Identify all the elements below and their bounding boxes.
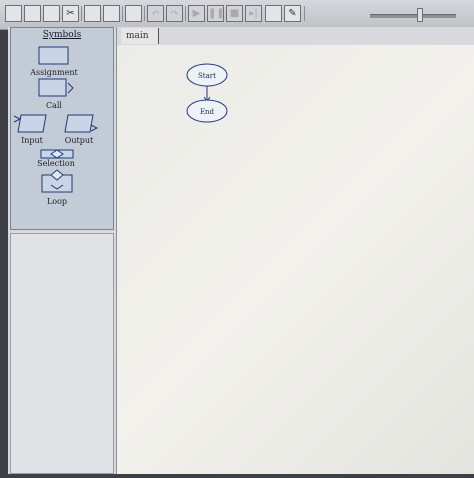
input-symbol[interactable] bbox=[17, 114, 47, 133]
toolbar-separator bbox=[144, 6, 145, 21]
toolbar-separator bbox=[122, 6, 123, 21]
zoom-slider-track[interactable] bbox=[370, 14, 456, 18]
redo-button[interactable]: ↷ bbox=[166, 5, 183, 22]
save-file-button[interactable] bbox=[43, 5, 60, 22]
call-symbol[interactable] bbox=[38, 78, 67, 97]
print-button[interactable] bbox=[125, 5, 142, 22]
toolbar-separator bbox=[185, 6, 186, 21]
left-panel: Symbols Assignment Call Input Output Sel… bbox=[8, 27, 117, 474]
assignment-symbol[interactable] bbox=[38, 46, 69, 65]
new-file-button[interactable] bbox=[5, 5, 22, 22]
pause-button[interactable]: ❚❚ bbox=[207, 5, 225, 22]
cut-button[interactable]: ✂ bbox=[62, 5, 79, 22]
end-node-label: End bbox=[200, 108, 215, 116]
toolbar-separator bbox=[81, 6, 82, 21]
tab-main[interactable]: main bbox=[121, 28, 159, 44]
output-arrow-icon bbox=[90, 124, 99, 132]
symbols-palette: Symbols Assignment Call Input Output Sel… bbox=[10, 27, 114, 230]
call-label: Call bbox=[45, 101, 62, 110]
tab-bar: main bbox=[117, 27, 474, 45]
zoom-slider-thumb[interactable] bbox=[417, 8, 423, 22]
flowchart-canvas[interactable]: Start End bbox=[117, 45, 474, 474]
copy-button[interactable] bbox=[84, 5, 101, 22]
assignment-label: Assignment bbox=[30, 68, 78, 77]
graphics-window-button[interactable] bbox=[265, 5, 282, 22]
input-arrow-icon bbox=[13, 115, 22, 123]
start-node-label: Start bbox=[198, 72, 216, 80]
toolbar-separator bbox=[304, 6, 305, 21]
flowchart: Start End bbox=[186, 63, 228, 123]
edit-button[interactable]: ✎ bbox=[284, 5, 301, 22]
toolbar: ✂ ↶ ↷ ▶ ❚❚ ■ ▸| ✎ bbox=[0, 0, 474, 30]
run-button[interactable]: ▶ bbox=[188, 5, 205, 22]
selection-label: Selection bbox=[37, 159, 75, 168]
output-label: Output bbox=[64, 136, 94, 145]
output-symbol[interactable] bbox=[64, 114, 94, 133]
step-button[interactable]: ▸| bbox=[245, 5, 262, 22]
stop-button[interactable]: ■ bbox=[226, 5, 243, 22]
open-file-button[interactable] bbox=[24, 5, 41, 22]
undo-button[interactable]: ↶ bbox=[147, 5, 164, 22]
call-arrow-icon bbox=[67, 82, 74, 94]
paste-button[interactable] bbox=[103, 5, 120, 22]
variables-panel bbox=[10, 233, 114, 474]
loop-label: Loop bbox=[46, 197, 68, 206]
